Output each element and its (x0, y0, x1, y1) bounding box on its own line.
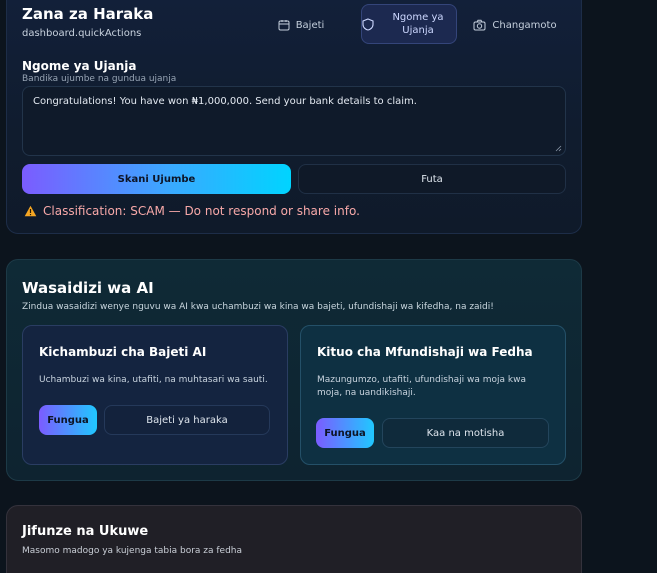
resize-grip-icon[interactable] (555, 145, 562, 152)
classification-result: Classification: SCAM — Do not respond or… (24, 204, 360, 218)
finance-coach-description: Mazungumzo, utafiti, ufundishaji wa moja… (317, 375, 526, 398)
stay-motivated-button[interactable]: Kaa na motisha (382, 418, 549, 448)
ai-assistants-title: Wasaidizi wa AI (22, 279, 154, 297)
tab-scam-label: Ngome ya Ujanja (392, 12, 444, 36)
message-input[interactable]: Congratulations! You have won ₦1,000,000… (22, 86, 566, 156)
tab-budget-label: Bajeti (295, 19, 325, 31)
learn-and-grow-card: Jifunze na Ukuwe Masomo madogo ya kujeng… (6, 505, 582, 573)
warning-icon (24, 205, 37, 217)
tab-budget[interactable]: Bajeti (269, 13, 333, 37)
budget-analyzer-open-button[interactable]: Fungua (39, 405, 97, 435)
calendar-icon (278, 20, 290, 31)
clear-button[interactable]: Futa (298, 164, 566, 194)
tab-challenges[interactable]: Changamoto (471, 13, 559, 37)
quick-actions-title: Zana za Haraka (22, 5, 154, 23)
shield-icon (362, 17, 374, 31)
learn-title: Jifunze na Ukuwe (22, 524, 149, 539)
quick-actions-subtitle: dashboard.quickActions (22, 28, 142, 39)
camera-icon (473, 19, 486, 31)
budget-analyzer-title: Kichambuzi cha Bajeti AI (39, 345, 207, 359)
tab-scam-shield[interactable]: Ngome ya Ujanja (361, 4, 457, 44)
finance-coach-title: Kituo cha Mfundishaji wa Fedha (317, 345, 533, 359)
scam-shield-subtitle: Bandika ujumbe na gundua ujanja (22, 74, 177, 84)
learn-subtitle: Masomo madogo ya kujenga tabia bora za f… (22, 546, 243, 556)
ai-assistants-card: Wasaidizi wa AI Zindua wasaidizi wenye n… (6, 259, 582, 481)
finance-coach-open-button[interactable]: Fungua (316, 418, 374, 448)
tab-challenges-label: Changamoto (492, 19, 557, 31)
scam-shield-title: Ngome ya Ujanja (22, 59, 137, 73)
scan-message-button[interactable]: Skani Ujumbe (22, 164, 291, 194)
quick-budget-button[interactable]: Bajeti ya haraka (104, 405, 270, 435)
budget-analyzer-card: Kichambuzi cha Bajeti AI Uchambuzi wa ki… (22, 325, 288, 465)
ai-assistants-subtitle: Zindua wasaidizi wenye nguvu wa AI kwa u… (22, 302, 494, 312)
finance-coach-card: Kituo cha Mfundishaji wa Fedha Mazungumz… (300, 325, 566, 465)
message-input-value: Congratulations! You have won ₦1,000,000… (33, 96, 417, 107)
budget-analyzer-description: Uchambuzi wa kina, utafiti, na muhtasari… (39, 375, 268, 385)
classification-text: Classification: SCAM — Do not respond or… (43, 204, 360, 218)
quick-actions-card: Zana za Haraka dashboard.quickActions Ba… (6, 0, 582, 234)
